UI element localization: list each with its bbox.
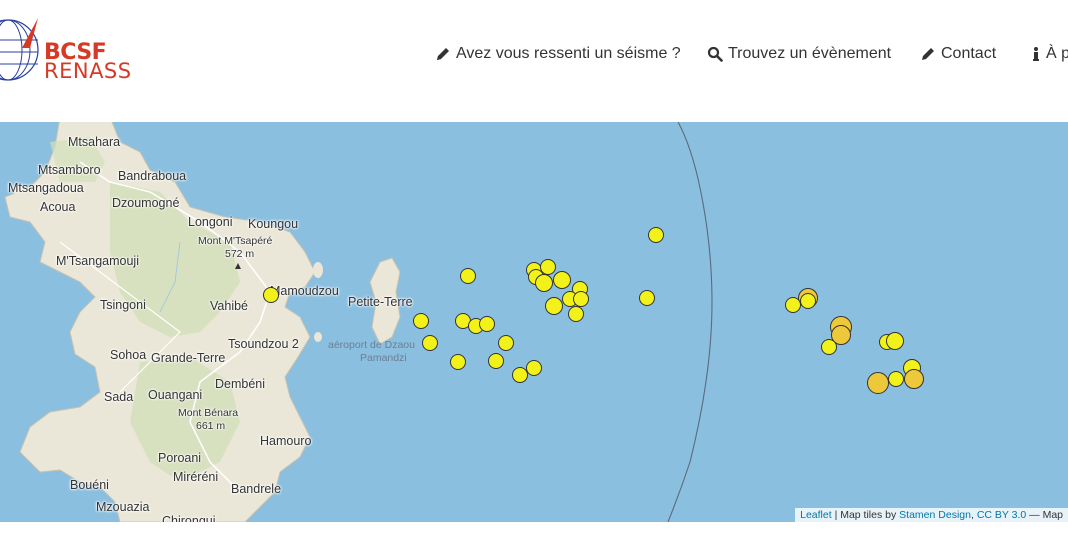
attribution-text: — Map (1026, 509, 1063, 521)
earthquake-marker[interactable] (821, 339, 837, 355)
pencil-icon (437, 48, 449, 60)
earthquake-marker[interactable] (413, 313, 429, 329)
earthquake-marker[interactable] (639, 290, 655, 306)
earthquake-marker[interactable] (886, 332, 904, 350)
attribution-text: | Map tiles by (831, 509, 900, 521)
place-label: Tsingoni (100, 298, 146, 312)
place-label: Mtsahara (68, 135, 121, 149)
place-label: Grande-Terre (151, 351, 226, 365)
earthquake-marker[interactable] (785, 297, 801, 313)
peak-label: Mont M'Tsapéré (198, 235, 273, 247)
earthquake-marker[interactable] (422, 335, 438, 351)
place-label: Dzoumogné (112, 196, 180, 210)
stamen-link[interactable]: Stamen Design (899, 509, 971, 521)
place-label: Sohoa (110, 348, 147, 362)
earthquake-marker[interactable] (488, 353, 504, 369)
place-label: Bandrele (231, 482, 282, 496)
nav-label: À p (1046, 45, 1068, 62)
earthquake-map[interactable]: Mtsahara Mtsamboro Bandraboua Mtsangadou… (0, 122, 1068, 522)
earthquake-marker[interactable] (526, 360, 542, 376)
place-label: Tsoundzou 2 (228, 337, 299, 351)
place-label: Mtsamboro (38, 163, 101, 177)
nav-find-event[interactable]: Trouvez un évènement (707, 43, 891, 65)
earthquake-marker[interactable] (263, 287, 279, 303)
earthquake-marker[interactable] (904, 369, 924, 389)
peak-elevation: 661 m (196, 420, 226, 432)
leaflet-link[interactable]: Leaflet (800, 509, 832, 521)
place-label: Acoua (40, 200, 76, 214)
place-label: Mtsangadoua (8, 181, 84, 195)
nav-label: Avez vous ressenti un séisme ? (456, 45, 681, 62)
nav-contact[interactable]: Contact (920, 43, 996, 65)
place-label: Dembéni (215, 377, 266, 391)
peak-label: Mont Bénara (178, 407, 239, 419)
earthquake-marker[interactable] (498, 335, 514, 351)
earthquake-marker[interactable] (888, 371, 904, 387)
place-label: Petite-Terre (348, 295, 413, 309)
earthquake-marker[interactable] (867, 372, 889, 394)
earthquake-marker[interactable] (450, 354, 466, 370)
nav-felt-earthquake[interactable]: Avez vous ressenti un séisme ? (435, 43, 681, 65)
logo-text-renass: RENASS (44, 59, 132, 83)
info-icon (1033, 47, 1039, 61)
islet (313, 262, 323, 278)
airport-label: aéroport de Dzaou (328, 339, 415, 351)
search-icon (707, 46, 723, 62)
earthquake-marker[interactable] (800, 293, 816, 309)
peak-icon (235, 263, 241, 269)
earthquake-marker[interactable] (573, 291, 589, 307)
place-label: Longoni (188, 215, 233, 229)
place-label: Sada (104, 390, 134, 404)
place-label: Mamoudzou (270, 284, 339, 298)
place-label: Bandraboua (118, 169, 187, 183)
islet (314, 332, 322, 342)
earthquake-marker[interactable] (553, 271, 571, 289)
nav-label: Contact (941, 45, 997, 62)
nav-label: Trouvez un évènement (728, 45, 892, 62)
place-label: Mzouazia (96, 500, 150, 514)
place-label: Hamouro (260, 434, 312, 448)
place-label: Koungou (248, 217, 299, 231)
place-label: Bouéni (70, 478, 109, 492)
earthquake-marker[interactable] (460, 268, 476, 284)
earthquake-marker[interactable] (545, 297, 563, 315)
earthquake-marker[interactable] (535, 274, 553, 292)
pencil-icon (922, 48, 934, 60)
depth-contour (667, 122, 713, 522)
place-label: M'Tsangamouji (56, 254, 139, 268)
place-label: Miréréni (173, 470, 219, 484)
earthquake-marker[interactable] (479, 316, 495, 332)
earthquake-marker[interactable] (568, 306, 584, 322)
site-header: BCSF RENASS Avez vous ressenti un séisme… (0, 0, 1068, 122)
place-label: Pamandzi (360, 352, 407, 364)
nav-about[interactable]: À p (1031, 43, 1068, 65)
place-label: Poroani (158, 451, 202, 465)
license-link[interactable]: CC BY 3.0 (977, 509, 1026, 521)
place-label: Ouangani (148, 388, 203, 402)
earthquake-marker[interactable] (648, 227, 664, 243)
peak-elevation: 572 m (225, 248, 255, 260)
bcsf-renass-logo[interactable]: BCSF RENASS (0, 12, 175, 92)
place-label: Vahibé (210, 299, 248, 313)
place-label: Chirongui (162, 514, 216, 522)
map-attribution: Leaflet | Map tiles by Stamen Design, CC… (795, 508, 1068, 522)
